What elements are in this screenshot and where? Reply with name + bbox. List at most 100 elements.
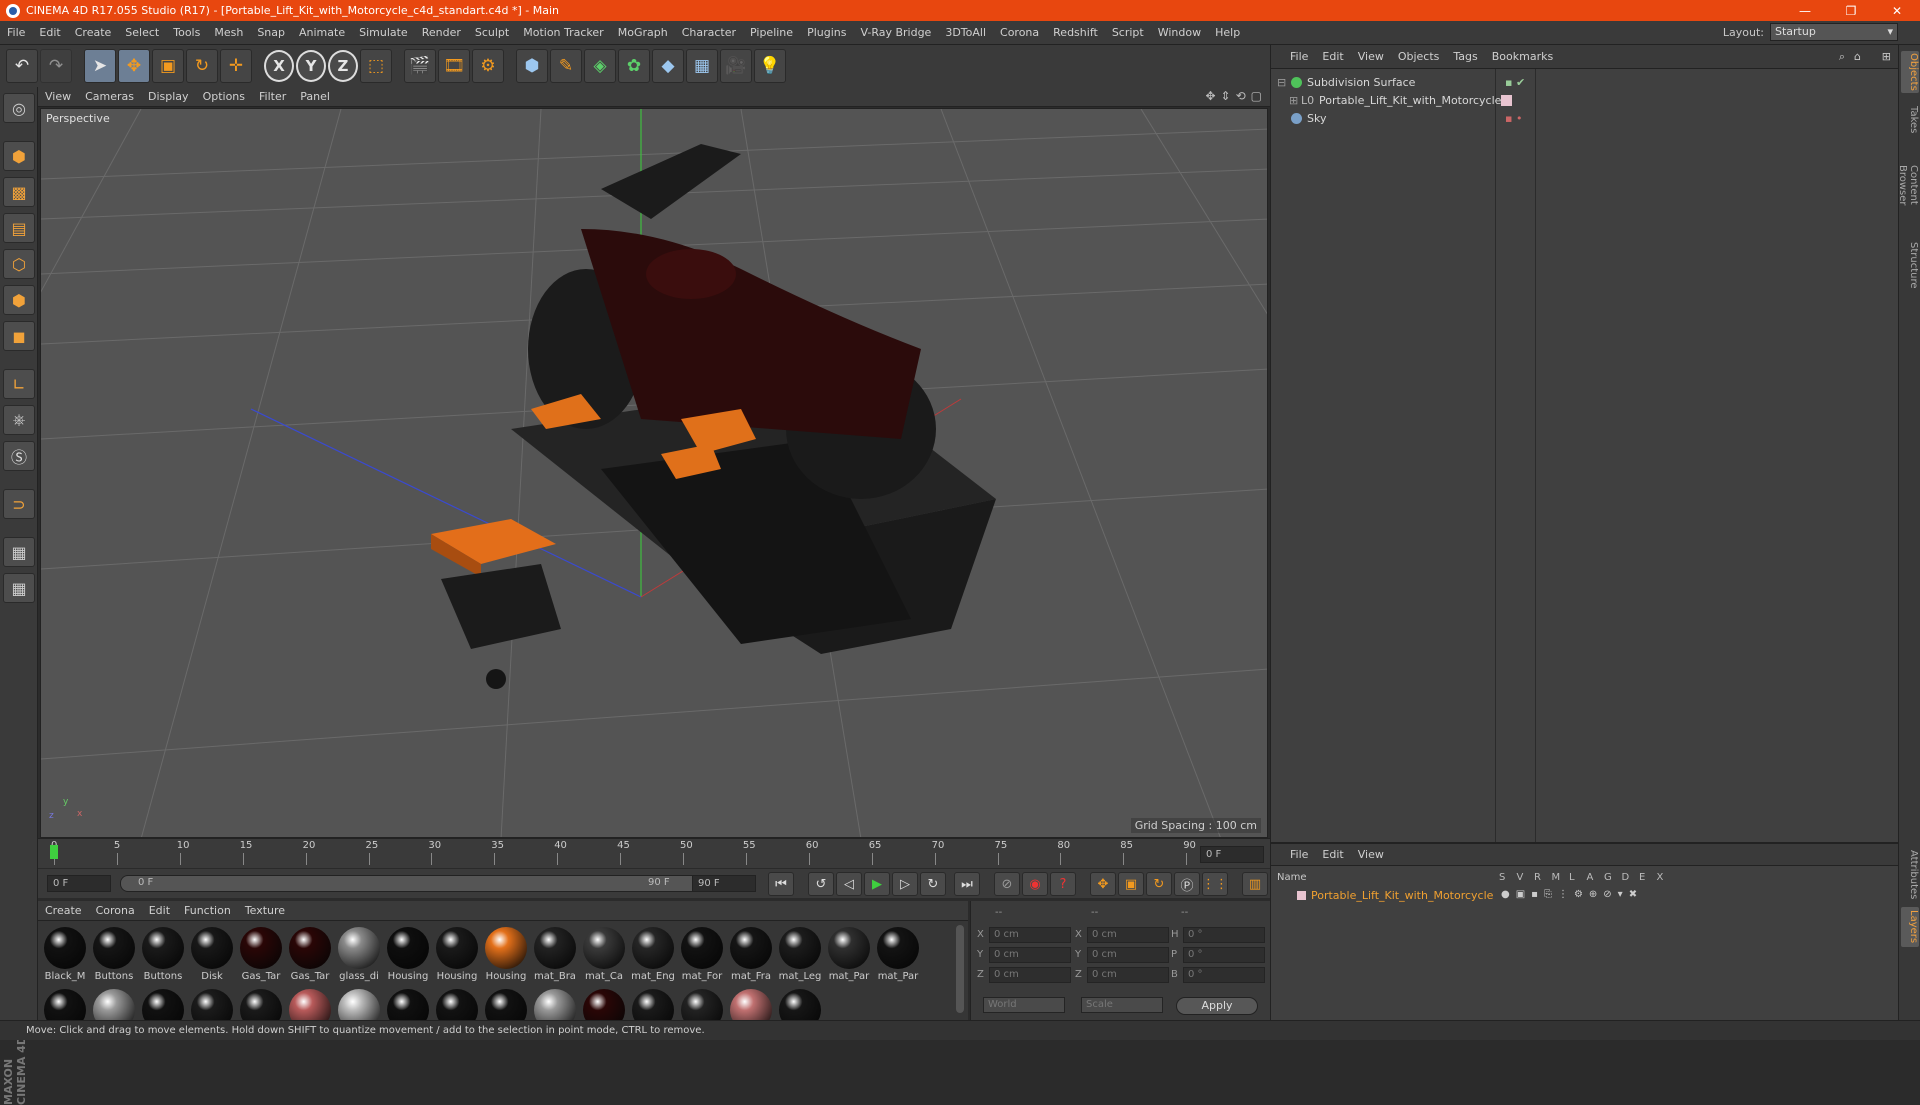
move-tool-icon[interactable]: ✥ xyxy=(118,49,150,83)
prev-key-icon[interactable]: ↺ xyxy=(808,872,834,896)
lock-workplane-icon[interactable]: ▦ xyxy=(3,537,35,567)
material-swatch[interactable]: Housing xyxy=(483,925,529,983)
pan-icon[interactable]: ✥ xyxy=(1205,89,1215,103)
viewport-menu-options[interactable]: Options xyxy=(196,90,252,103)
floor-scene-icon[interactable]: ▦ xyxy=(686,49,718,83)
tab-structure[interactable]: Structure xyxy=(1901,240,1919,290)
goto-start-icon[interactable]: ⏮ xyxy=(768,872,794,896)
play-icon[interactable]: ▶ xyxy=(864,872,890,896)
goto-end-icon[interactable]: ⏭ xyxy=(954,872,980,896)
keyframe-selection-icon[interactable]: ? xyxy=(1050,872,1076,896)
menu-render[interactable]: Render xyxy=(415,26,468,39)
material-swatch[interactable]: Disk xyxy=(189,925,235,983)
key-position-icon[interactable]: ✥ xyxy=(1090,872,1116,896)
material-swatch[interactable]: Buttons xyxy=(140,925,186,983)
record-keys-icon[interactable]: ⊘ xyxy=(994,872,1020,896)
snap-icon[interactable]: Ⓢ xyxy=(3,441,35,471)
tab-content-browser[interactable]: Content Browser xyxy=(1897,145,1919,225)
orbit-icon[interactable]: ⟲ xyxy=(1236,89,1246,103)
pen-spline-icon[interactable]: ✎ xyxy=(550,49,582,83)
perspective-viewport[interactable]: Perspective y x z Grid Spacing : 100 cm xyxy=(40,108,1268,838)
menu-create[interactable]: Create xyxy=(68,26,119,39)
layout-dropdown[interactable]: Startup xyxy=(1770,23,1898,41)
camera-icon[interactable]: 🎥 xyxy=(720,49,752,83)
frame-range-slider[interactable] xyxy=(120,875,710,892)
coord-value-field[interactable]: 0 cm xyxy=(1087,927,1169,943)
material-menu-edit[interactable]: Edit xyxy=(142,904,177,917)
menu-mesh[interactable]: Mesh xyxy=(207,26,250,39)
menu-vray-bridge[interactable]: V-Ray Bridge xyxy=(853,26,938,39)
key-scale-icon[interactable]: ▣ xyxy=(1118,872,1144,896)
maximize-button[interactable]: ❐ xyxy=(1828,0,1874,21)
material-swatch[interactable]: mat_Par xyxy=(875,925,921,983)
coord-value-field[interactable]: 0 cm xyxy=(1087,947,1169,963)
object-row-sky[interactable]: Sky ▪ • xyxy=(1271,110,1899,128)
obj-menu-objects[interactable]: Objects xyxy=(1391,50,1447,63)
next-frame-icon[interactable]: ▷ xyxy=(892,872,918,896)
material-swatch[interactable]: mat_Par xyxy=(826,925,872,983)
tweak-mode-icon[interactable]: ⎈ xyxy=(3,405,35,435)
menu-file[interactable]: File xyxy=(0,26,32,39)
tab-attributes[interactable]: Attributes xyxy=(1901,845,1919,905)
model-mode-icon[interactable]: ⬢ xyxy=(3,141,35,171)
material-swatch[interactable]: Housing xyxy=(385,925,431,983)
coord-value-field[interactable]: 0 cm xyxy=(989,967,1071,983)
timeline-window-icon[interactable]: ▥ xyxy=(1242,872,1268,896)
scale-tool-icon[interactable]: ▣ xyxy=(152,49,184,83)
magnet-icon[interactable]: ⊃ xyxy=(3,489,35,519)
obj-menu-view[interactable]: View xyxy=(1351,50,1391,63)
close-button[interactable]: ✕ xyxy=(1874,0,1920,21)
coordinate-system-icon[interactable]: ⬚ xyxy=(360,49,392,83)
coord-value-field[interactable]: 0 cm xyxy=(989,927,1071,943)
material-tag-icon[interactable] xyxy=(1501,95,1512,106)
obj-menu-file[interactable]: File xyxy=(1283,50,1315,63)
tab-takes[interactable]: Takes xyxy=(1901,105,1919,135)
coord-value-field[interactable]: 0 ° xyxy=(1183,927,1265,943)
menu-snap[interactable]: Snap xyxy=(250,26,292,39)
move-plus-icon[interactable]: ✛ xyxy=(220,49,252,83)
timeline-ruler[interactable]: 051015202530354045505560657075808590 0 F xyxy=(38,838,1270,868)
layer-row[interactable]: Portable_Lift_Kit_with_Motorcycle ●▣▪⎘⋮⚙… xyxy=(1271,888,1899,904)
layer-menu-view[interactable]: View xyxy=(1351,848,1391,861)
material-menu-corona[interactable]: Corona xyxy=(89,904,142,917)
current-frame-field[interactable]: 0 F xyxy=(1200,846,1264,863)
menu-edit[interactable]: Edit xyxy=(32,26,67,39)
axis-mode-icon[interactable]: ∟ xyxy=(3,369,35,399)
light-icon[interactable]: 💡 xyxy=(754,49,786,83)
viewport-menu-display[interactable]: Display xyxy=(141,90,196,103)
make-editable-icon[interactable]: ◎ xyxy=(3,93,35,123)
object-row-subdivision-surface[interactable]: ⊟ Subdivision Surface ▪ ✔ xyxy=(1271,74,1899,92)
menu-motion-tracker[interactable]: Motion Tracker xyxy=(516,26,610,39)
cloner-icon[interactable]: ✿ xyxy=(618,49,650,83)
coord-value-field[interactable]: 0 ° xyxy=(1183,967,1265,983)
object-row-lift-kit[interactable]: ⊞ L0 Portable_Lift_Kit_with_Motorcycle xyxy=(1271,92,1899,110)
planar-workplane-icon[interactable]: ▦ xyxy=(3,573,35,603)
material-swatch[interactable]: mat_Eng xyxy=(630,925,676,983)
material-swatch[interactable]: Buttons xyxy=(91,925,137,983)
render-view-icon[interactable]: 🎬 xyxy=(404,49,436,83)
menu-sculpt[interactable]: Sculpt xyxy=(468,26,516,39)
redo-button[interactable]: ↷ xyxy=(40,49,72,83)
workplane-icon[interactable]: ▤ xyxy=(3,213,35,243)
apply-button[interactable]: Apply xyxy=(1176,997,1258,1015)
playhead[interactable] xyxy=(50,845,58,859)
viewport-menu-cameras[interactable]: Cameras xyxy=(78,90,141,103)
axis-z-toggle[interactable]: Z xyxy=(328,50,358,82)
menu-script[interactable]: Script xyxy=(1105,26,1151,39)
prev-frame-icon[interactable]: ◁ xyxy=(836,872,862,896)
tab-objects[interactable]: Objects xyxy=(1901,51,1919,93)
rotate-tool-icon[interactable]: ↻ xyxy=(186,49,218,83)
material-swatch[interactable]: Gas_Tar xyxy=(238,925,284,983)
material-swatch[interactable]: mat_Fra xyxy=(728,925,774,983)
dolly-icon[interactable]: ⇕ xyxy=(1221,89,1231,103)
menu-3dtoall[interactable]: 3DToAll xyxy=(938,26,993,39)
menu-window[interactable]: Window xyxy=(1151,26,1208,39)
key-param-icon[interactable]: Ⓟ xyxy=(1174,872,1200,896)
texture-mode-icon[interactable]: ▩ xyxy=(3,177,35,207)
expand-toggle-icon[interactable]: ⊞ xyxy=(1289,92,1298,110)
start-frame-field[interactable]: 0 F xyxy=(47,875,111,892)
layer-menu-file[interactable]: File xyxy=(1283,848,1315,861)
next-key-icon[interactable]: ↻ xyxy=(920,872,946,896)
menu-redshift[interactable]: Redshift xyxy=(1046,26,1105,39)
material-swatch[interactable]: mat_For xyxy=(679,925,725,983)
